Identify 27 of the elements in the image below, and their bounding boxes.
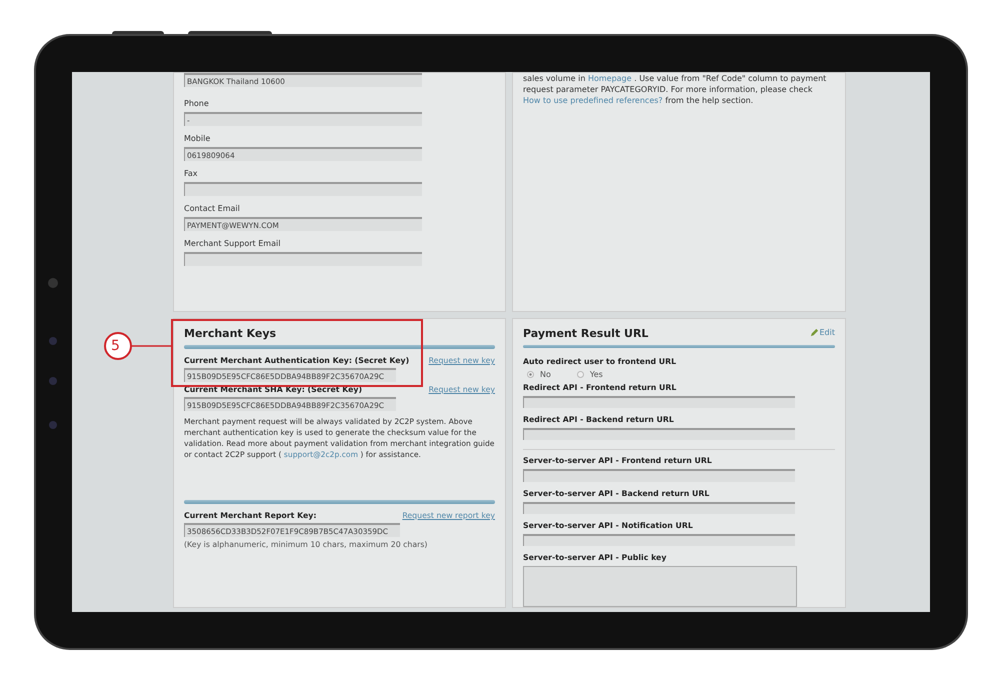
url-field[interactable] [523,428,795,440]
callout-number: 5 [111,337,120,355]
pencil-icon [810,328,818,337]
field-label: Phone [184,99,209,108]
help-link[interactable]: How to use predefined references? [523,96,663,105]
help-link[interactable]: Homepage [588,74,632,83]
public-key-field[interactable] [523,566,797,607]
field-label: Contact Email [184,204,240,213]
field-label: Mobile [184,134,210,143]
sensor-icon [49,421,57,429]
url-field[interactable] [523,469,795,482]
field-label: Merchant Support Email [184,239,280,248]
section-heading: Payment Result URL [523,327,648,340]
sensor-icon [49,377,57,385]
url-field[interactable] [523,396,795,408]
help-text: sales volume in Homepage . Use value from "Ref Code" column to payment request parameter PAYCATEGORYID. For more information, please check How to use predefined references? from the help section. [523,73,828,106]
section-heading: Merchant Keys [184,327,276,340]
url-field[interactable] [523,502,795,514]
text-field[interactable] [184,252,422,266]
text-field[interactable] [184,182,422,196]
radio-option[interactable]: Yes [576,370,603,380]
field-label: Fax [184,169,198,178]
camera-icon [48,278,58,288]
url-field[interactable] [523,534,795,546]
edit-link[interactable]: Edit [810,328,835,337]
radio-option[interactable]: No [527,370,551,380]
sensor-icon [49,337,57,345]
